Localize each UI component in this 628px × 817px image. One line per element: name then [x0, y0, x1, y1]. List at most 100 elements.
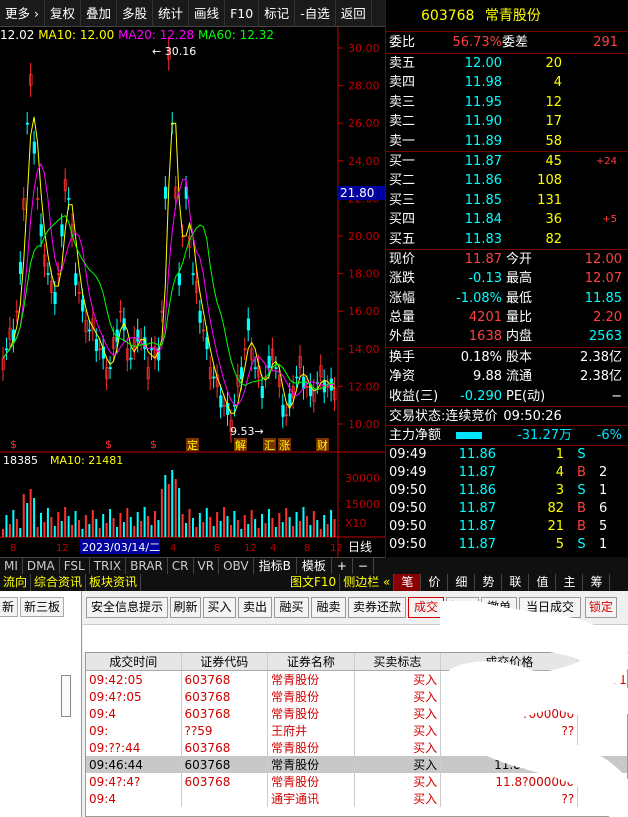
panel-tab[interactable]: 主: [556, 574, 584, 591]
trade-button[interactable]: 成交: [408, 597, 444, 618]
event-marker[interactable]: 定: [187, 438, 198, 452]
tick-row[interactable]: 09:50 11.86 3 S 1: [386, 482, 628, 500]
indicator-extra[interactable]: 指标B: [254, 558, 297, 574]
volume-bar: [50, 517, 53, 537]
tick-row[interactable]: 09:50 11.87 5 S 1: [386, 536, 628, 554]
info-tab[interactable]: 流向: [0, 574, 32, 591]
panel-tab[interactable]: 细: [448, 574, 476, 591]
toolbar-item-0[interactable]: 更多 ›: [0, 0, 45, 27]
trade-button[interactable]: 卖出: [238, 597, 272, 618]
period-label[interactable]: 日线: [348, 540, 372, 554]
kline-chart[interactable]: 30.0028.0026.0024.0022.0020.0018.0016.00…: [0, 27, 385, 557]
panel-tab[interactable]: 势: [475, 574, 503, 591]
tick-row[interactable]: 09:50 11.87 82 B 6: [386, 500, 628, 518]
price-tick: 30.00: [348, 42, 380, 55]
asks-row[interactable]: 卖二 11.90 17: [386, 112, 628, 131]
toolbar-item-8[interactable]: -自选: [295, 0, 336, 27]
indicator-tab[interactable]: OBV: [219, 558, 254, 574]
info-tab[interactable]: 板块资讯: [86, 574, 142, 591]
indicator-tab[interactable]: CR: [168, 558, 194, 574]
candle-body: [274, 367, 278, 369]
price-tick: 12.00: [348, 380, 380, 393]
toolbar-item-2[interactable]: 叠加: [81, 0, 118, 27]
event-marker[interactable]: 涨: [279, 439, 290, 452]
s-marker: $: [10, 438, 17, 451]
panel-tab[interactable]: 筹: [583, 574, 611, 591]
selected-date: 2023/03/14/二: [82, 541, 160, 554]
event-marker[interactable]: 解: [235, 438, 246, 452]
toolbar-item-9[interactable]: 返回: [336, 0, 372, 27]
volume-bar: [323, 515, 326, 537]
trade-button[interactable]: 安全信息提示: [86, 597, 168, 618]
asks-row[interactable]: 卖四 11.98 4: [386, 73, 628, 92]
asks-row[interactable]: 卖一 11.89 58: [386, 132, 628, 151]
panel-tab[interactable]: 联: [502, 574, 530, 591]
column-header[interactable]: 买卖标志: [354, 653, 442, 671]
toolbar-item-5[interactable]: 画线: [189, 0, 226, 27]
trade-tab[interactable]: 新三板: [20, 597, 65, 617]
candle-body: [198, 310, 202, 323]
indicator-tab[interactable]: DMA: [23, 558, 60, 574]
trade-button[interactable]: 融买: [274, 597, 309, 618]
asks-row[interactable]: 卖五 12.00 20: [386, 54, 628, 73]
volume-bar: [247, 524, 250, 537]
toolbar-item-4[interactable]: 统计: [153, 0, 190, 27]
bids-row[interactable]: 买三 11.85 131: [386, 191, 628, 210]
redaction-overlay: [440, 601, 628, 817]
indicator-tab[interactable]: VR: [194, 558, 220, 574]
vol-tick: 30000: [345, 472, 380, 485]
volume-bar: [299, 521, 302, 537]
trade-button[interactable]: 买入: [203, 597, 236, 618]
tick-row[interactable]: 09:50 11.87 21 B 5: [386, 518, 628, 536]
candle-body: [129, 357, 133, 360]
column-header[interactable]: 证券代码: [181, 653, 269, 671]
bids-row[interactable]: 买五 11.83 82: [386, 230, 628, 249]
x-tick: 8: [10, 543, 16, 554]
indicator-tab[interactable]: TRIX: [90, 558, 127, 574]
indicator-extra[interactable]: −: [353, 558, 374, 574]
column-header[interactable]: 证券名称: [267, 653, 355, 671]
volume-bar: [171, 470, 174, 537]
event-marker[interactable]: 汇: [264, 439, 275, 452]
panel-tab[interactable]: 笔: [394, 574, 422, 591]
bids-row[interactable]: 买二 11.86 108: [386, 171, 628, 190]
tick-row[interactable]: 09:49 11.86 1 S: [386, 446, 628, 464]
bids-row[interactable]: 买四 11.84 36 +5: [386, 210, 628, 229]
tick-row[interactable]: 09:49 11.87 4 B 2: [386, 464, 628, 482]
indicator-extra[interactable]: +: [332, 558, 353, 574]
ma-legend: 12.02 MA10: 12.00 MA20: 12.28 MA60: 12.3…: [0, 27, 340, 44]
volume-bar: [257, 528, 260, 537]
indicator-extra[interactable]: 模板: [297, 558, 332, 574]
tick-list[interactable]: 09:49 11.86 1 S 09:49 11.87 4 B 2 09:50 11.86 3 S 1 09…: [386, 446, 628, 554]
panel-tab[interactable]: 价: [421, 574, 449, 591]
trade-tab[interactable]: 新: [0, 597, 19, 617]
quote-row: 总量 4201 量比 2.20: [389, 310, 622, 326]
toolbar-item-6[interactable]: F10: [225, 0, 260, 27]
candle-body: [260, 386, 264, 399]
trade-button[interactable]: 刷新: [170, 597, 201, 618]
bids-row[interactable]: 买一 11.87 45 +24: [386, 152, 628, 171]
column-header[interactable]: 成交时间: [86, 653, 182, 671]
asks-row[interactable]: 卖三 11.95 12: [386, 93, 628, 112]
indicator-tab[interactable]: BRAR: [126, 558, 168, 574]
volume-bar: [205, 508, 208, 537]
volume-bar: [39, 513, 42, 537]
toolbar-item-1[interactable]: 复权: [45, 0, 81, 27]
panel-tab[interactable]: 值: [529, 574, 557, 591]
volume-bar: [223, 507, 226, 537]
volume-bar: [167, 484, 170, 537]
volume-bar: [153, 511, 156, 537]
toolbar-item-7[interactable]: 标记: [259, 0, 296, 27]
indicator-tab[interactable]: FSL: [60, 558, 90, 574]
volume-bar: [2, 529, 4, 537]
scrollbar[interactable]: [61, 675, 71, 717]
toolbar-item-3[interactable]: 多股: [117, 0, 154, 27]
trade-button[interactable]: 融卖: [311, 597, 346, 618]
candle-body: [212, 376, 216, 379]
panel-tab[interactable]: 图文F10: [287, 574, 341, 591]
indicator-tab[interactable]: MI: [0, 558, 23, 574]
panel-tab[interactable]: 侧边栏 «: [340, 574, 395, 591]
trade-button[interactable]: 卖券还款: [348, 597, 406, 618]
info-tab[interactable]: 综合资讯: [31, 574, 87, 591]
event-marker[interactable]: 财: [317, 438, 328, 452]
